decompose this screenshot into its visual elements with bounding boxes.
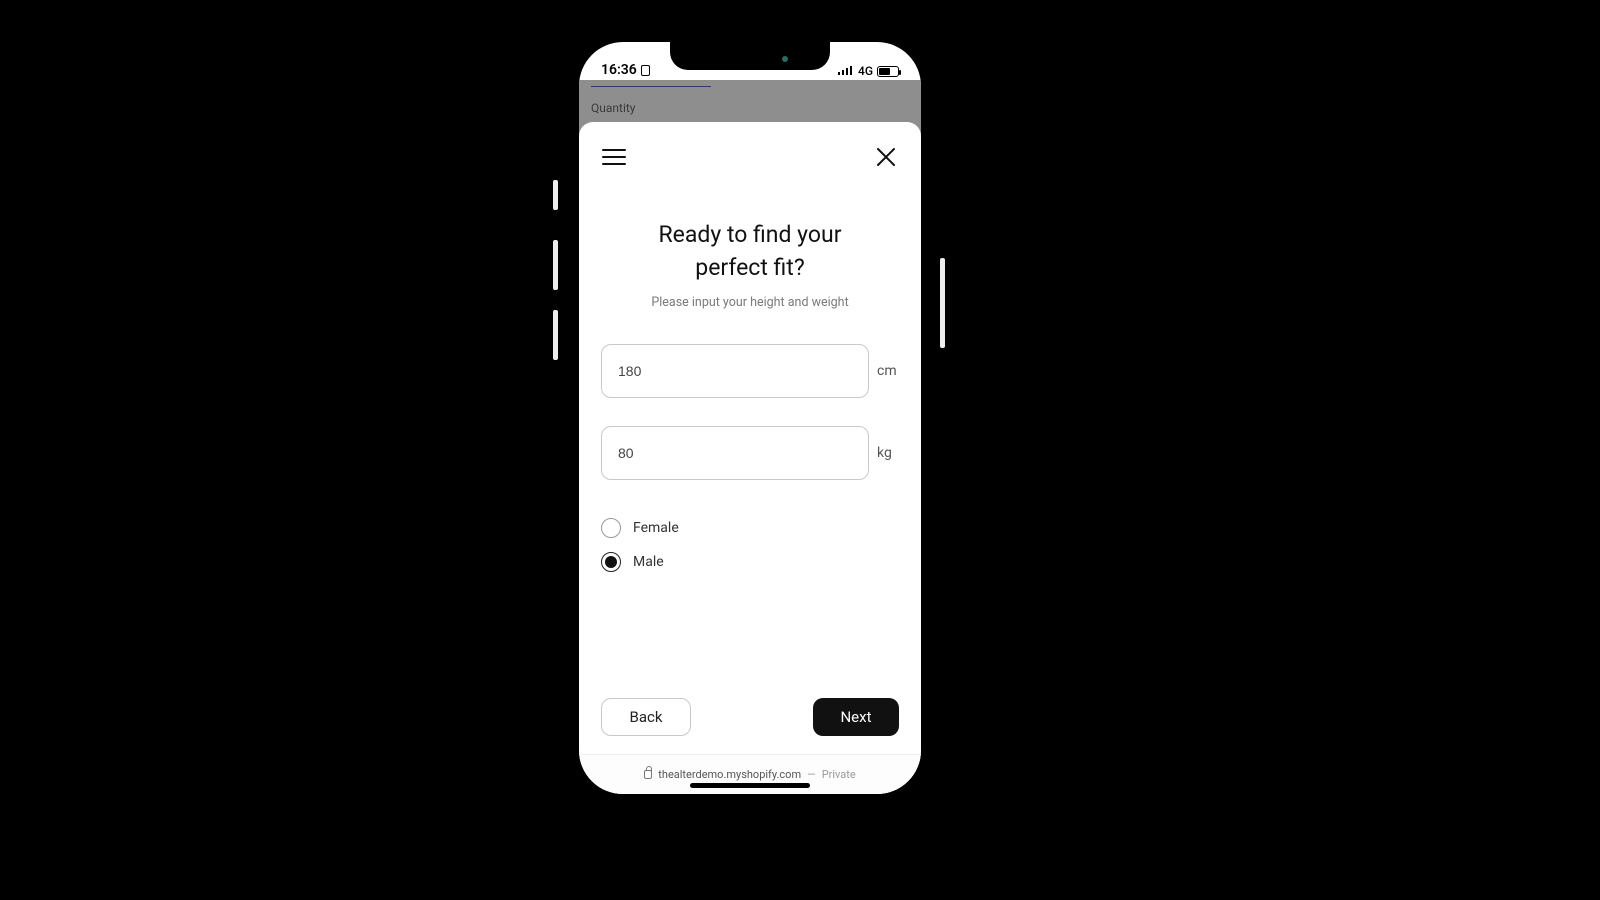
address-mode: Private xyxy=(822,768,856,781)
sheet-title: Ready to find your perfect fit? xyxy=(601,218,899,285)
device-frame: 16:36 4G Quantity xyxy=(575,38,925,798)
background-accent-line xyxy=(591,86,711,87)
device-notch xyxy=(670,42,830,70)
tick-left-3 xyxy=(553,310,558,360)
home-indicator[interactable] xyxy=(690,783,810,788)
height-unit: cm xyxy=(877,363,899,379)
radio-icon xyxy=(601,552,621,572)
signal-icon xyxy=(838,64,854,78)
stage: 16:36 4G Quantity xyxy=(0,0,1600,900)
sheet-header xyxy=(579,122,921,178)
gender-female-label: Female xyxy=(633,520,679,536)
menu-button[interactable] xyxy=(601,144,627,170)
close-icon xyxy=(876,147,896,167)
status-time: 16:36 xyxy=(601,62,637,78)
phone: 16:36 4G Quantity xyxy=(575,38,925,798)
next-button[interactable]: Next xyxy=(813,698,899,736)
height-input[interactable] xyxy=(601,344,869,398)
gender-option-male[interactable]: Male xyxy=(601,552,899,572)
back-button-label: Back xyxy=(630,708,663,726)
address-domain: thealterdemo.myshopify.com xyxy=(658,768,801,781)
battery-icon xyxy=(877,66,899,77)
tick-right-1 xyxy=(940,258,945,348)
height-row: cm xyxy=(601,344,899,398)
radio-icon xyxy=(601,518,621,538)
tick-left-1 xyxy=(553,180,558,210)
close-button[interactable] xyxy=(873,144,899,170)
tick-left-2 xyxy=(553,240,558,290)
sheet-title-line1: Ready to find your xyxy=(659,221,842,248)
sheet-actions: Back Next xyxy=(579,698,921,754)
sheet-title-line2: perfect fit? xyxy=(695,254,804,281)
lock-icon xyxy=(641,65,650,76)
gender-male-label: Male xyxy=(633,554,664,570)
device-screen: 16:36 4G Quantity xyxy=(579,42,921,794)
browser-address-bar[interactable]: thealterdemo.myshopify.com — Private xyxy=(579,754,921,794)
sheet-body: Ready to find your perfect fit? Please i… xyxy=(579,178,921,654)
weight-row: kg xyxy=(601,426,899,480)
quantity-label: Quantity xyxy=(591,101,909,115)
camera-dot xyxy=(782,56,788,62)
sheet-subtitle: Please input your height and weight xyxy=(601,295,899,310)
fit-finder-sheet: Ready to find your perfect fit? Please i… xyxy=(579,122,921,794)
next-button-label: Next xyxy=(840,708,871,726)
gender-option-female[interactable]: Female xyxy=(601,518,899,538)
weight-unit: kg xyxy=(877,445,899,461)
status-network: 4G xyxy=(858,64,873,78)
hamburger-icon xyxy=(602,148,626,166)
gender-radio-group: Female Male xyxy=(601,518,899,572)
weight-input[interactable] xyxy=(601,426,869,480)
lock-icon xyxy=(644,770,652,779)
back-button[interactable]: Back xyxy=(601,698,691,736)
address-separator: — xyxy=(807,768,816,781)
